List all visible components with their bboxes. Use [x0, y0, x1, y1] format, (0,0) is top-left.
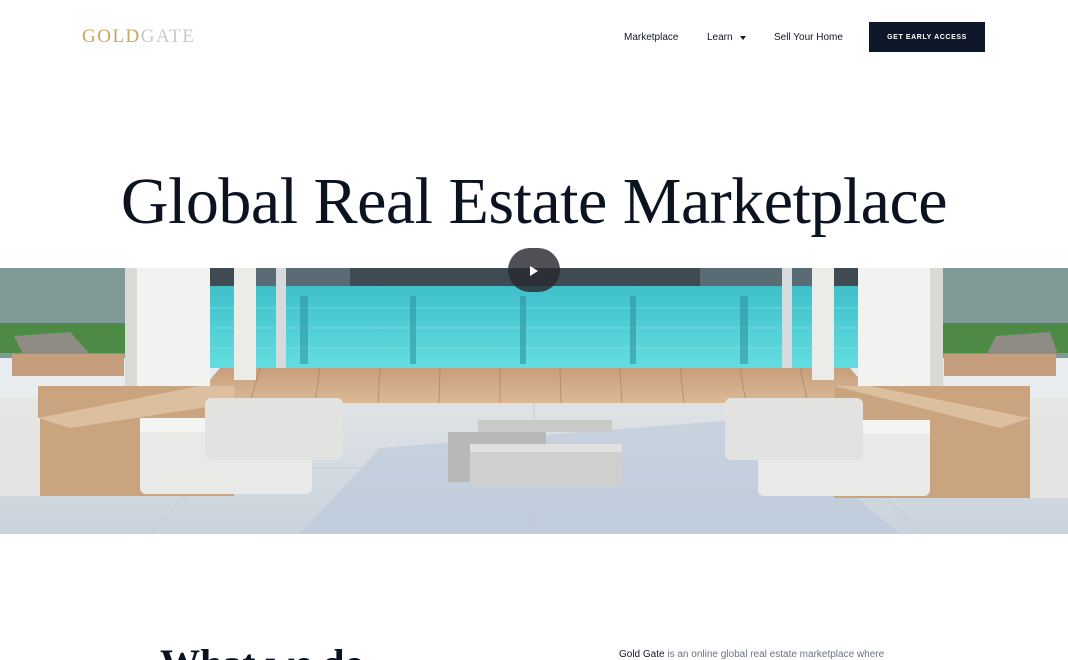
logo[interactable]: GOLDGATE [82, 27, 195, 47]
nav-sell-your-home[interactable]: Sell Your Home [774, 31, 843, 45]
get-early-access-button[interactable]: GET EARLY ACCESS [869, 22, 985, 52]
what-we-do-heading: What we do [160, 640, 364, 660]
nav-learn[interactable]: Learn [707, 31, 746, 45]
about-brand: Gold Gate [619, 649, 665, 660]
logo-gold: GOLD [82, 26, 141, 47]
chevron-down-icon [739, 36, 746, 40]
about-description: is an online global real estate marketpl… [664, 649, 885, 660]
play-icon [530, 266, 538, 276]
nav-learn-label: Learn [707, 32, 733, 43]
play-video-button[interactable] [508, 248, 560, 292]
hero-pool-illustration [0, 268, 1068, 534]
about-text: Gold Gate is an online global real estat… [619, 648, 884, 660]
hero-image [0, 268, 1068, 534]
logo-gate: GATE [140, 26, 196, 47]
nav-marketplace[interactable]: Marketplace [624, 31, 678, 45]
site-header: GOLDGATE Marketplace Learn Sell Your Hom… [0, 0, 1068, 76]
hero-title: Global Real Estate Marketplace [120, 165, 948, 238]
